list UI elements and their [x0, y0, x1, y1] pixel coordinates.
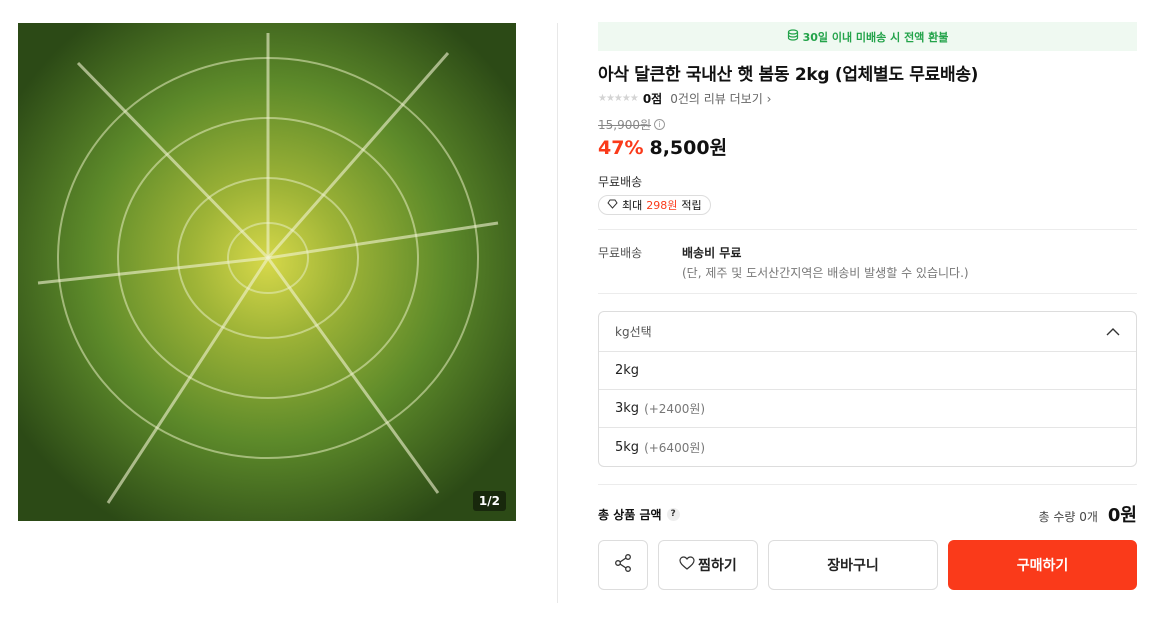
- product-info-panel: 30일 이내 미배송 시 전액 환불 아삭 달큰한 국내산 햇 봄동 2kg (…: [598, 22, 1137, 590]
- total-price: 0원: [1107, 505, 1137, 526]
- total-summary: 총 수량 0개 0원: [1038, 501, 1137, 527]
- rating-score: 0점: [642, 91, 663, 106]
- wish-label: 찜하기: [698, 558, 737, 574]
- delivery-fee: 배송비 무료: [682, 246, 742, 260]
- price-row: 47% 8,500원: [598, 133, 1137, 159]
- wish-button[interactable]: 찜하기: [658, 540, 758, 590]
- option-select[interactable]: kg선택 2kg 3kg (+2400원) 5kg (+6400원): [598, 311, 1137, 467]
- reward-suffix: 적립: [681, 199, 702, 212]
- total-label-group: 총 상품 금액 ?: [598, 506, 680, 523]
- review-link[interactable]: 0건의 리뷰 더보기 ›: [670, 90, 771, 107]
- vertical-divider: [557, 23, 558, 603]
- option-select-placeholder: kg선택: [615, 325, 652, 339]
- cart-button[interactable]: 장바구니: [768, 540, 938, 590]
- share-icon: [613, 553, 633, 577]
- buy-button[interactable]: 구매하기: [948, 540, 1137, 590]
- total-quantity: 총 수량 0개: [1038, 510, 1098, 524]
- coin-stack-icon: [787, 29, 799, 44]
- divider: [598, 293, 1137, 294]
- cabbage-photo: [18, 23, 516, 521]
- help-icon[interactable]: ?: [666, 507, 680, 521]
- option-extra: (+2400원): [644, 402, 706, 416]
- share-button[interactable]: [598, 540, 648, 590]
- delivery-note: (단, 제주 및 도서산간지역은 배송비 발생할 수 있습니다.): [682, 266, 969, 280]
- reward-icon: [607, 199, 618, 212]
- total-label: 총 상품 금액: [598, 507, 662, 522]
- rating-row: ★★★★★ 0점 0건의 리뷰 더보기 ›: [598, 90, 1137, 106]
- option-item[interactable]: 5kg (+6400원): [599, 428, 1136, 466]
- chevron-up-icon: [1106, 325, 1120, 339]
- reward-prefix: 최대: [622, 199, 643, 212]
- shipping-label: 무료배송: [598, 175, 643, 189]
- divider: [598, 484, 1137, 485]
- product-image-gallery[interactable]: 1/2: [18, 23, 516, 521]
- option-select-header[interactable]: kg선택: [599, 312, 1136, 352]
- discount-rate: 47%: [598, 137, 644, 159]
- option-extra: (+6400원): [644, 440, 706, 455]
- option-label: 2kg: [615, 363, 640, 378]
- total-row: 총 상품 금액 ? 총 수량 0개 0원: [598, 501, 1137, 527]
- action-buttons: 찜하기 장바구니 구매하기: [598, 540, 1137, 590]
- sale-price: 8,500원: [649, 137, 728, 159]
- original-price-row: 15,900원 i: [598, 117, 1137, 132]
- info-icon[interactable]: i: [654, 118, 666, 130]
- heart-icon: [679, 556, 695, 574]
- reward-amount: 298원: [646, 199, 678, 212]
- option-label: 5kg: [615, 439, 640, 455]
- image-page-counter: 1/2: [472, 491, 506, 511]
- original-price: 15,900원: [598, 117, 652, 132]
- rating-stars: ★★★★★: [598, 92, 639, 104]
- refund-banner: 30일 이내 미배송 시 전액 환불: [598, 22, 1137, 51]
- option-item[interactable]: 3kg (+2400원): [599, 390, 1136, 428]
- refund-banner-text: 30일 이내 미배송 시 전액 환불: [802, 30, 949, 44]
- product-title: 아삭 달큰한 국내산 햇 봄동 2kg (업체별도 무료배송): [598, 65, 979, 85]
- delivery-label: 무료배송: [598, 246, 643, 260]
- delivery-info: 무료배송 배송비 무료 (단, 제주 및 도서산간지역은 배송비 발생할 수 있…: [598, 230, 1137, 293]
- reward-badge: 최대 298원 적립: [598, 195, 711, 215]
- option-label: 3kg: [615, 401, 640, 416]
- option-item[interactable]: 2kg: [599, 352, 1136, 390]
